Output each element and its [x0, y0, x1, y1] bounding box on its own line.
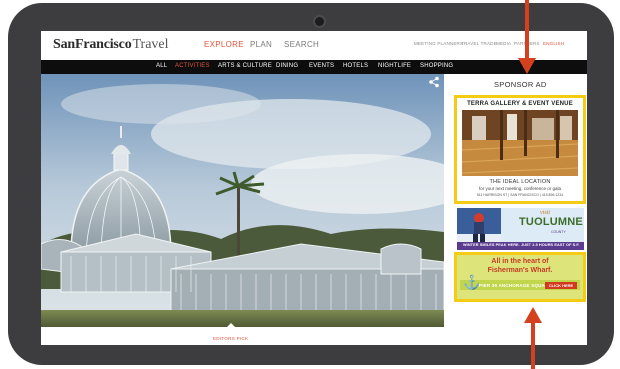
- ad1-headline: THE IDEAL LOCATION: [489, 179, 551, 185]
- ad3-line2: Fisherman's Wharf.: [487, 267, 553, 274]
- category-bar: ALL ACTIVITIES ARTS & CULTURE DINING EVE…: [41, 60, 587, 74]
- ad3-line1: All in the heart of: [491, 258, 549, 265]
- util-language[interactable]: ENGLISH: [543, 41, 564, 46]
- ad1-subline: for your next meeting, conference or gal…: [478, 186, 562, 191]
- util-meeting-planners[interactable]: MEETING PLANNERS: [414, 41, 463, 46]
- util-travel-trade[interactable]: TRAVEL TRADE: [461, 41, 497, 46]
- click-here-button[interactable]: CLICK HERE: [545, 282, 577, 289]
- camera-icon: [315, 17, 324, 26]
- arrow-up-icon: [524, 307, 542, 369]
- category-all[interactable]: ALL: [156, 63, 167, 69]
- ad2-tagline: WINTER SMILES PEAK HERE. JUST 2.5 HOURS …: [463, 243, 580, 247]
- ad2-name: TUOLUMNE: [519, 216, 583, 228]
- share-icon[interactable]: [428, 76, 440, 88]
- category-dining[interactable]: DINING: [276, 63, 298, 69]
- site-header: SanFranciscoTravel EXPLORE PLAN SEARCH M…: [41, 31, 587, 60]
- anchor-icon: ⚓: [463, 274, 481, 290]
- arrow-down-icon: [518, 0, 536, 74]
- logo-bold: SanFrancisco: [53, 37, 132, 52]
- logo-light: Travel: [132, 37, 169, 52]
- conservatory-photo: [41, 74, 444, 327]
- nav-search[interactable]: SEARCH: [284, 40, 319, 49]
- hero-image[interactable]: [41, 74, 444, 327]
- category-events[interactable]: EVENTS: [309, 63, 334, 69]
- tuolumne-county-ad[interactable]: visit TUOLUMNE COUNTY WINTER SMILES PEAK…: [457, 208, 584, 250]
- venue-photo: [462, 110, 578, 176]
- nav-explore[interactable]: EXPLORE: [204, 40, 244, 49]
- caption-pointer: [226, 323, 236, 328]
- site-logo[interactable]: SanFranciscoTravel: [53, 37, 169, 53]
- util-media[interactable]: MEDIA: [496, 41, 511, 46]
- nav-plan[interactable]: PLAN: [250, 40, 272, 49]
- editors-pick-caption[interactable]: EDITORS PICK: [213, 336, 248, 341]
- category-arts-culture[interactable]: ARTS & CULTURE: [218, 63, 272, 69]
- category-activities[interactable]: ACTIVITIES: [175, 63, 210, 69]
- category-shopping[interactable]: SHOPPING: [420, 63, 453, 69]
- category-nightlife[interactable]: NIGHTLIFE: [378, 63, 411, 69]
- terra-gallery-ad[interactable]: TERRA GALLERY & EVENT VENUE THE IDEAL LO…: [454, 95, 586, 204]
- browser-screen: SanFranciscoTravel EXPLORE PLAN SEARCH M…: [41, 31, 587, 345]
- ad1-title: TERRA GALLERY & EVENT VENUE: [467, 101, 573, 107]
- sponsor-ad-label: SPONSOR AD: [494, 80, 547, 89]
- ad2-county: COUNTY: [551, 230, 566, 234]
- category-hotels[interactable]: HOTELS: [343, 63, 368, 69]
- pier39-ad[interactable]: All in the heart of Fisherman's Wharf. ⚓…: [454, 252, 586, 302]
- ad3-brand: PIER 39 ANCHORAGE SQUARE: [479, 283, 552, 288]
- ad1-address: 511 HARRISON ST | SAN FRANCISCO | 415.89…: [476, 193, 564, 197]
